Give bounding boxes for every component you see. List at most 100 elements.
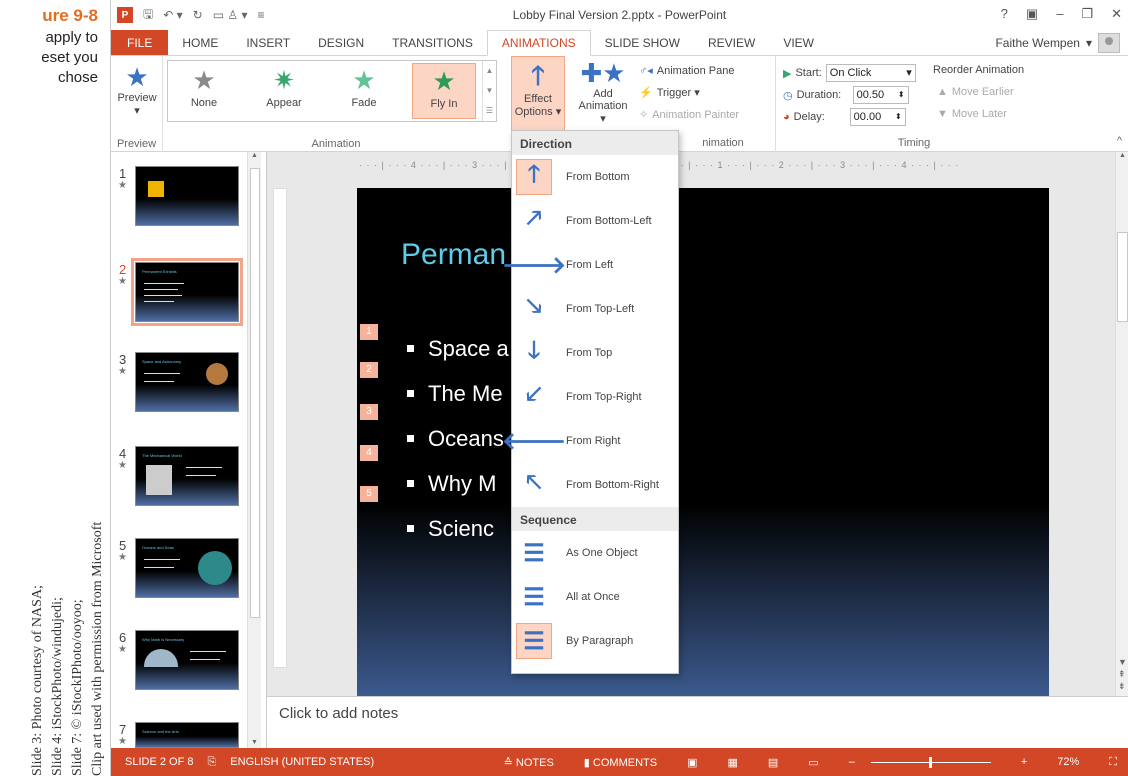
animation-fly-in[interactable]: ★ Fly In	[412, 63, 476, 119]
menu-item-label: From Top-Left	[566, 303, 635, 315]
direction-from-bottom-left[interactable]: 🡕 From Bottom-Left	[512, 199, 678, 243]
user-name: Faithe Wempen	[995, 36, 1080, 50]
gallery-scroll[interactable]: ▲ ▼ ☰	[482, 61, 496, 121]
menu-item-label: From Top-Right	[566, 391, 642, 403]
animation-pane-icon: ♂◂	[639, 65, 653, 77]
spinner-icon[interactable]: ⬍	[895, 109, 902, 125]
duration-input[interactable]: 00.50 ⬍	[852, 86, 909, 104]
close-icon[interactable]: ✕	[1111, 6, 1122, 22]
slide-sorter-icon[interactable]: ▦	[727, 756, 737, 769]
animation-star-icon: ★	[118, 366, 127, 377]
star-fade-icon: ★	[352, 65, 376, 95]
delay-label: Delay:	[793, 111, 825, 123]
direction-from-top[interactable]: 🡓 From Top	[512, 331, 678, 375]
animation-tag[interactable]: 3	[360, 404, 378, 420]
normal-view-icon[interactable]: ▣	[687, 756, 697, 769]
notes-placeholder: Click to add notes	[279, 705, 399, 722]
comments-button[interactable]: ▮ COMMENTS	[584, 756, 657, 769]
animation-appear[interactable]: ✷ Appear	[252, 63, 316, 119]
zoom-level[interactable]: 72%	[1057, 756, 1079, 768]
tab-file[interactable]: FILE	[111, 30, 169, 55]
animation-tag[interactable]: 5	[360, 486, 378, 502]
move-earlier-button[interactable]: ▲ Move Earlier	[937, 86, 1014, 98]
notes-button[interactable]: ≙ NOTES	[504, 756, 554, 769]
direction-from-bottom-right[interactable]: 🡔 From Bottom-Right	[512, 463, 678, 507]
page-nav-icon[interactable]: ▼ ⇞ ⇟	[1118, 656, 1127, 692]
direction-from-bottom[interactable]: 🡑 From Bottom	[512, 155, 678, 199]
clock-icon: ◷	[783, 89, 793, 102]
direction-from-right[interactable]: 🡐 From Right	[502, 419, 678, 463]
spinner-icon[interactable]: ⬍	[898, 87, 905, 103]
direction-from-top-right[interactable]: 🡗 From Top-Right	[512, 375, 678, 419]
customize-qat-icon[interactable]: ≡	[258, 8, 265, 22]
preview-button[interactable]: ★ Preview ▾	[115, 62, 159, 117]
animation-star-icon: ★	[118, 644, 127, 655]
help-icon[interactable]: ?	[1001, 6, 1008, 22]
ribbon-display-icon[interactable]: ▣	[1026, 6, 1038, 22]
scrollbar-thumb[interactable]	[1117, 232, 1128, 322]
add-animation-button[interactable]: ✚★ Add Animation ▾	[575, 58, 631, 125]
redo-icon[interactable]: ↻	[193, 8, 203, 22]
tab-animations[interactable]: ANIMATIONS	[486, 30, 591, 56]
notes-pane[interactable]: Click to add notes	[267, 696, 1128, 748]
move-later-button[interactable]: ▼ Move Later	[937, 108, 1007, 120]
direction-from-left[interactable]: 🡒 From Left	[502, 243, 678, 287]
scroll-up-icon[interactable]: ▲	[1116, 152, 1128, 159]
editor-scrollbar[interactable]: ▲ ▼ ⇞ ⇟	[1115, 152, 1128, 696]
animation-tag[interactable]: 2	[360, 362, 378, 378]
slide-show-icon[interactable]: ▭	[808, 756, 818, 769]
save-icon[interactable]: 🖫	[143, 5, 153, 26]
menu-item-label: From Bottom-Left	[566, 215, 652, 227]
sequence-all-at-once[interactable]: ☰ All at Once	[512, 575, 678, 619]
tab-design[interactable]: DESIGN	[304, 30, 378, 55]
tab-view[interactable]: VIEW	[769, 30, 828, 55]
animation-none[interactable]: ★ None	[172, 63, 236, 119]
sequence-as-one-object[interactable]: ☰ As One Object	[512, 531, 678, 575]
planet-image	[206, 363, 228, 385]
tab-insert[interactable]: INSERT	[232, 30, 304, 55]
start-control: ▶ Start: On Click ▾	[783, 64, 916, 82]
collapse-ribbon-icon[interactable]: ^	[1117, 135, 1122, 147]
scroll-down-icon[interactable]: ▼	[251, 739, 258, 746]
restore-icon[interactable]: ❐	[1081, 6, 1093, 22]
animation-label: Fly In	[430, 98, 458, 110]
duration-label: Duration:	[796, 89, 842, 101]
thumbnails-scrollbar[interactable]: ▲ ▼	[247, 152, 261, 748]
reading-view-icon[interactable]: ▤	[768, 756, 778, 769]
slide-number: 4	[119, 446, 127, 461]
tab-review[interactable]: REVIEW	[694, 30, 769, 55]
effect-options-button[interactable]: 🡑 Effect Options ▾	[511, 56, 565, 134]
animation-pane-button[interactable]: ♂◂ Animation Pane	[639, 64, 734, 78]
powerpoint-logo-icon[interactable]: P	[117, 7, 133, 23]
animation-painter-button[interactable]: ✧ Animation Painter	[639, 108, 739, 122]
spell-check-icon[interactable]: ⎘	[207, 756, 216, 769]
trigger-button[interactable]: ⚡ Trigger ▾	[639, 86, 700, 99]
tab-home[interactable]: HOME	[168, 30, 232, 55]
direction-from-top-left[interactable]: 🡖 From Top-Left	[512, 287, 678, 331]
slide-thumbnails-pane: 1 ★ 2 ★ Permanent Exhibits 3 ★ Space and…	[111, 152, 267, 748]
sequence-by-paragraph[interactable]: ☰ By Paragraph	[512, 619, 678, 663]
current-slide[interactable]: Permanits Space ay The Med Oceans Why Ma…	[357, 188, 1049, 696]
scrollbar-thumb[interactable]	[250, 168, 260, 618]
fit-slide-icon[interactable]: ⛶	[1109, 756, 1117, 769]
minimize-icon[interactable]: –	[1056, 6, 1063, 22]
tab-slide-show[interactable]: SLIDE SHOW	[591, 30, 694, 55]
sequence-header: Sequence	[512, 507, 678, 531]
undo-icon[interactable]: ↶ ▾	[163, 8, 182, 22]
animation-tag[interactable]: 4	[360, 445, 378, 461]
tab-transitions[interactable]: TRANSITIONS	[378, 30, 487, 55]
animation-gallery[interactable]: ★ None ✷ Appear ★ Fade ★ Fly In ▲ ▼ ☰	[167, 60, 497, 122]
language-indicator[interactable]: ENGLISH (UNITED STATES)	[230, 756, 374, 768]
delay-input[interactable]: 00.00 ⬍	[849, 108, 906, 126]
arrow-down-icon: 🡓	[527, 336, 541, 364]
start-from-beginning-icon[interactable]: ▭ ♙ ▾	[213, 8, 248, 22]
start-select[interactable]: On Click ▾	[825, 64, 916, 82]
animation-fade[interactable]: ★ Fade	[332, 63, 396, 119]
zoom-slider[interactable]	[870, 756, 991, 768]
zoom-out-icon[interactable]: –	[849, 756, 855, 768]
zoom-in-icon[interactable]: +	[1021, 756, 1027, 768]
user-account[interactable]: Faithe Wempen ▾	[995, 33, 1120, 53]
animation-tag[interactable]: 1	[360, 324, 378, 340]
slide-number: 7	[119, 722, 127, 737]
scroll-up-icon[interactable]: ▲	[248, 152, 261, 159]
